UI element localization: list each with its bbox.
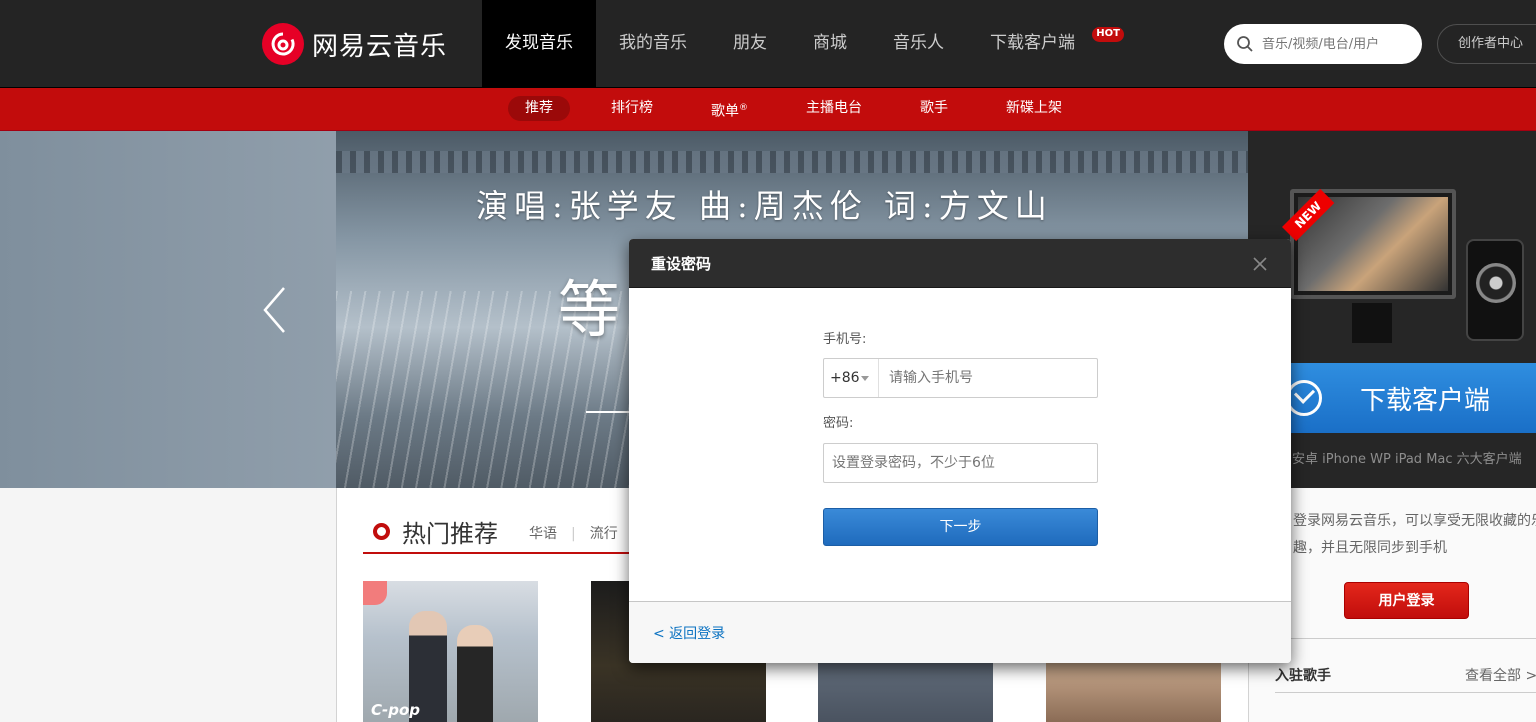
tag-chinese[interactable]: 华语: [529, 526, 557, 542]
reset-password-dialog: 重设密码 手机号: +86 密码: 下一步 < 返回登录: [629, 239, 1291, 663]
logo-text: 网易云音乐: [312, 31, 448, 62]
nav-my-music[interactable]: 我的音乐: [596, 0, 710, 87]
banner-credit: 演唱:张学友 曲:周杰伦 词:方文山: [476, 187, 1053, 225]
nav-musician[interactable]: 音乐人: [870, 0, 967, 87]
hot-badge: HOT: [1092, 27, 1124, 42]
top-navbar: 网易云音乐 发现音乐 我的音乐 朋友 商城 音乐人 下载客户端 HOT 创作者中…: [0, 0, 1536, 88]
phone-input[interactable]: [879, 359, 1089, 397]
creator-center-button[interactable]: 创作者中心: [1437, 24, 1536, 64]
registered-mark: ®: [739, 103, 748, 113]
download-client-ad[interactable]: NEW 下载客户端 安卓 iPhone WP iPad Mac 六大客户端: [1248, 131, 1536, 488]
country-code: +86: [830, 370, 860, 386]
download-platforms: 安卓 iPhone WP iPad Mac 六大客户端: [1292, 452, 1522, 467]
country-code-select[interactable]: +86: [824, 359, 879, 397]
view-all-link[interactable]: 查看全部 >: [1465, 665, 1536, 685]
netease-music-icon: [262, 23, 304, 65]
hot-recommend-title: 热门推荐: [373, 514, 498, 549]
nav-store[interactable]: 商城: [790, 0, 870, 87]
nav-discover[interactable]: 发现音乐: [482, 0, 596, 87]
subnav-artists[interactable]: 歌手: [903, 96, 965, 121]
login-sidebar: 登录网易云音乐，可以享受无限收藏的乐趣，并且无限同步到手机 用户登录 入驻歌手 …: [1248, 488, 1536, 722]
download-client-label: 下载客户端: [1360, 385, 1491, 416]
search-icon: [1237, 36, 1253, 52]
logo[interactable]: 网易云音乐: [262, 23, 448, 65]
user-login-button[interactable]: 用户登录: [1344, 582, 1469, 619]
main-nav: 发现音乐 我的音乐 朋友 商城 音乐人 下载客户端 HOT: [482, 0, 1124, 87]
password-input[interactable]: [824, 444, 1094, 482]
caret-down-icon: [861, 376, 869, 381]
next-step-button[interactable]: 下一步: [823, 508, 1098, 546]
subnav-charts[interactable]: 排行榜: [594, 96, 670, 121]
phone-label: 手机号:: [823, 332, 867, 347]
dialog-footer: < 返回登录: [629, 601, 1291, 663]
subnav-radio[interactable]: 主播电台: [789, 96, 879, 121]
divider: [1275, 692, 1536, 693]
playlist-cover[interactable]: C-pop: [363, 581, 538, 722]
dialog-header: 重设密码: [629, 239, 1291, 288]
banner-bridge-graphic: [336, 151, 1248, 173]
search-input[interactable]: [1262, 36, 1412, 52]
password-label: 密码:: [823, 416, 854, 431]
search-box[interactable]: [1224, 24, 1422, 64]
subnav-new-albums[interactable]: 新碟上架: [989, 96, 1079, 121]
download-client-button[interactable]: 下载客户端: [1248, 363, 1536, 433]
subnav-playlists-label: 歌单: [711, 103, 739, 120]
subnav-recommend[interactable]: 推荐: [508, 96, 570, 121]
login-promo-text: 登录网易云音乐，可以享受无限收藏的乐趣，并且无限同步到手机: [1293, 513, 1536, 556]
hot-tags: 华语 | 流行: [529, 526, 618, 542]
back-to-login-link[interactable]: < 返回登录: [653, 623, 725, 643]
divider: [1275, 638, 1536, 639]
phone-illustration: [1466, 239, 1524, 341]
download-icon: [1286, 380, 1322, 416]
resident-singers-title: 入驻歌手: [1275, 668, 1331, 684]
banner-prev-arrow-icon[interactable]: [262, 286, 288, 334]
close-icon[interactable]: [1249, 253, 1271, 275]
hot-recommend-label: 热门推荐: [402, 520, 498, 548]
nav-download-client-label: 下载客户端: [990, 33, 1075, 53]
banner-title: 等: [558, 273, 621, 346]
circle-icon: [373, 523, 390, 540]
monitor-stand: [1352, 303, 1392, 343]
netease-mini-icon: [363, 581, 387, 605]
tag-pop[interactable]: 流行: [590, 526, 618, 542]
cover-label: C-pop: [371, 701, 421, 719]
subnav-playlists[interactable]: 歌单®: [694, 96, 765, 121]
nav-friends[interactable]: 朋友: [710, 0, 790, 87]
dialog-title: 重设密码: [651, 255, 712, 273]
dialog-body: 手机号: +86 密码: 下一步: [629, 288, 1291, 601]
password-field: [823, 443, 1098, 483]
phone-field: +86: [823, 358, 1098, 398]
sub-navbar: 推荐 排行榜 歌单® 主播电台 歌手 新碟上架: [0, 88, 1536, 131]
nav-download-client[interactable]: 下载客户端 HOT: [967, 0, 1124, 87]
